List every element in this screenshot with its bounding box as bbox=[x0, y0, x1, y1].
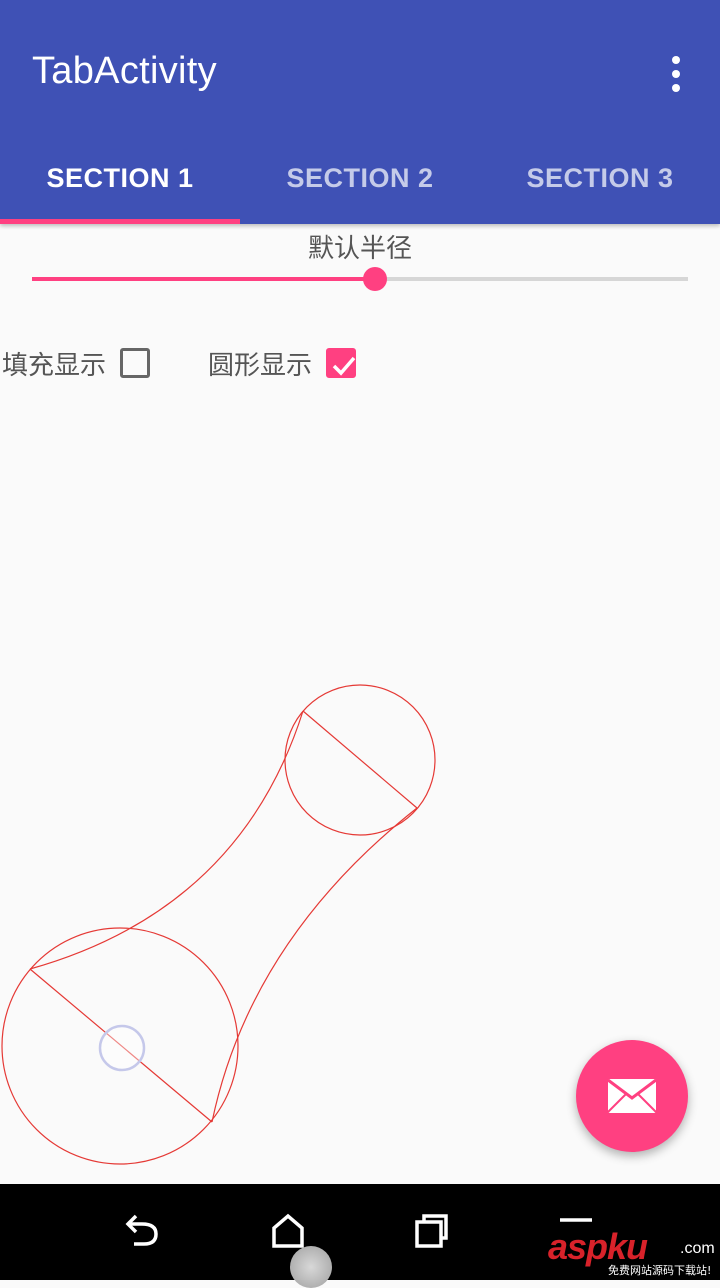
tab-indicator bbox=[0, 219, 240, 224]
small-circle-chord bbox=[302, 710, 418, 809]
tab-section-3-label: SECTION 3 bbox=[526, 163, 674, 193]
app-bar: TabActivity SECTION 1 SECTION 2 SECTION … bbox=[0, 0, 720, 224]
tab-section-1[interactable]: SECTION 1 bbox=[0, 136, 240, 224]
touch-point[interactable] bbox=[98, 1024, 146, 1072]
watermark-domain: .com bbox=[680, 1240, 715, 1257]
lower-connector-curve bbox=[211, 807, 418, 1123]
touch-indicator bbox=[290, 1246, 332, 1288]
more-vert-icon[interactable] bbox=[656, 50, 696, 98]
tab-section-2[interactable]: SECTION 2 bbox=[240, 136, 480, 224]
email-icon bbox=[607, 1078, 657, 1113]
upper-connector-curve bbox=[29, 710, 304, 970]
watermark-tagline: 免费网站源码下载站! bbox=[608, 1264, 712, 1277]
recents-icon[interactable] bbox=[408, 1208, 456, 1256]
tab-section-1-label: SECTION 1 bbox=[46, 163, 194, 193]
tab-section-3[interactable]: SECTION 3 bbox=[480, 136, 720, 224]
tab-section-2-label: SECTION 2 bbox=[286, 163, 434, 193]
drawing-canvas[interactable] bbox=[0, 224, 720, 1184]
watermark: aspku .com 免费网站源码下载站! bbox=[548, 1226, 720, 1280]
email-fab[interactable] bbox=[576, 1040, 688, 1152]
tab-bar: SECTION 1 SECTION 2 SECTION 3 bbox=[0, 136, 720, 224]
back-icon[interactable] bbox=[120, 1208, 168, 1256]
app-title: TabActivity bbox=[32, 50, 217, 92]
